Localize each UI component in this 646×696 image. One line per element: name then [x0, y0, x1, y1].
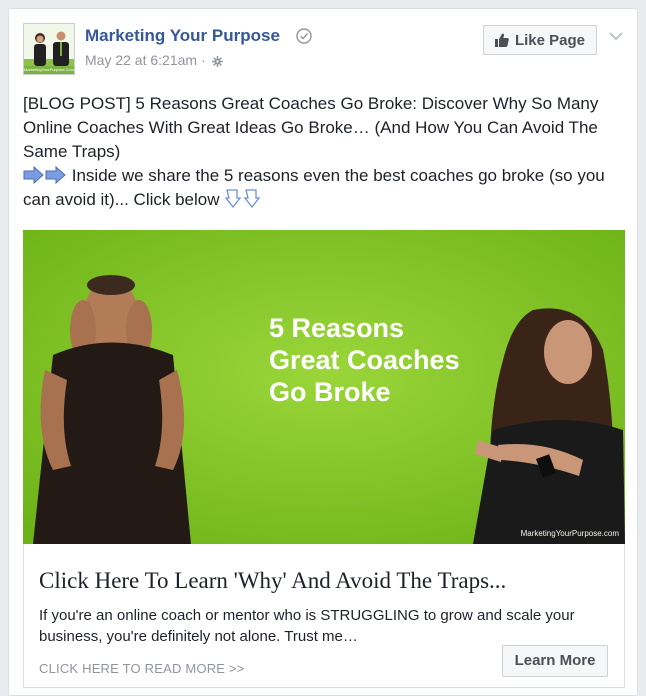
- thumbs-up-icon: [494, 33, 509, 47]
- link-preview-image[interactable]: 5 Reasons Great Coaches Go Broke Marketi…: [23, 230, 625, 544]
- link-title[interactable]: Click Here To Learn 'Why' And Avoid The …: [39, 568, 609, 594]
- avatar-caption: MarketingYourPurpose.Com: [24, 66, 74, 74]
- verified-icon: [296, 28, 312, 44]
- meta-separator: ·: [200, 52, 206, 68]
- like-page-label: Like Page: [514, 31, 586, 49]
- page-avatar[interactable]: MarketingYourPurpose.Com: [23, 23, 75, 75]
- timestamp-link[interactable]: May 22 at 6:21am: [85, 52, 197, 68]
- gear-icon[interactable]: [211, 55, 223, 67]
- chevron-down-icon[interactable]: [609, 31, 623, 41]
- like-page-button[interactable]: Like Page: [483, 25, 597, 55]
- post-text-line2-wrap: Inside we share the 5 reasons even the b…: [23, 164, 613, 212]
- link-description: If you're an online coach or mentor who …: [39, 607, 575, 645]
- post-body: [BLOG POST] 5 Reasons Great Coaches Go B…: [23, 92, 613, 212]
- arrow-right-icon: [23, 166, 66, 184]
- man-figure: [53, 31, 69, 66]
- learn-more-button[interactable]: Learn More: [502, 645, 608, 677]
- post-text-line1: [BLOG POST] 5 Reasons Great Coaches Go B…: [23, 94, 599, 161]
- pointing-down-icon: [224, 189, 261, 208]
- image-headline: 5 Reasons Great Coaches Go Broke: [269, 313, 460, 407]
- woman-figure: [34, 33, 46, 66]
- link-preview[interactable]: Click Here To Learn 'Why' And Avoid The …: [23, 544, 625, 688]
- image-watermark: MarketingYourPurpose.com: [520, 529, 619, 538]
- page-name-link[interactable]: Marketing Your Purpose: [85, 26, 280, 46]
- link-caption: CLICK HERE TO READ MORE >>: [39, 661, 245, 676]
- post-card: MarketingYourPurpose.Com Marketing Your …: [8, 8, 638, 696]
- post-meta: May 22 at 6:21am ·: [85, 52, 223, 68]
- post-text-line2: Inside we share the 5 reasons even the b…: [23, 166, 605, 209]
